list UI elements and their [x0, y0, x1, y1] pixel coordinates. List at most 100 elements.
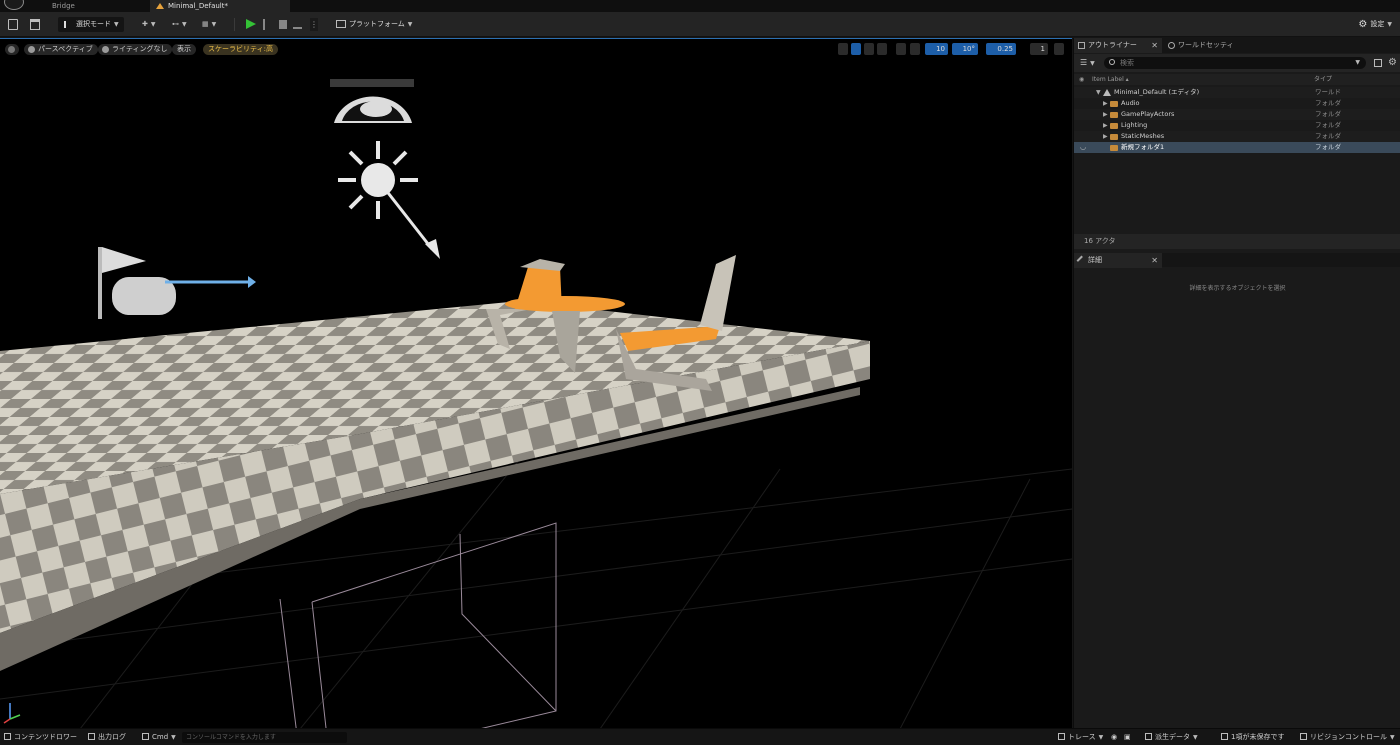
- add-actor-button[interactable]: ✚ ▼: [142, 19, 166, 30]
- rotation-snap-toggle[interactable]: 10°: [951, 43, 978, 55]
- view-mode-dropdown[interactable]: ライティングなし: [98, 44, 173, 55]
- tab-bridge[interactable]: Bridge: [34, 0, 144, 12]
- camera-capture-icon[interactable]: ▣: [1124, 729, 1131, 745]
- column-item-label[interactable]: Item Label ▴: [1092, 74, 1129, 85]
- save-icon[interactable]: [8, 19, 18, 30]
- tab-world-settings[interactable]: ワールドセッティ: [1164, 38, 1259, 53]
- toolbar-divider: [234, 18, 235, 31]
- player-start-icon[interactable]: [98, 247, 256, 319]
- item-type: ワールド: [1315, 88, 1341, 96]
- item-label: StaticMeshes: [1121, 132, 1165, 140]
- platform-dropdown[interactable]: プラットフォーム ▼: [336, 19, 412, 30]
- revision-control-button[interactable]: リビジョンコントロール ▼: [1300, 729, 1395, 745]
- cmd-dropdown[interactable]: Cmd ▼: [142, 729, 176, 745]
- folder-icon: [1110, 112, 1118, 118]
- volume-wireframe[interactable]: [279, 522, 557, 728]
- select-tool-icon[interactable]: [838, 43, 848, 55]
- tab-outliner[interactable]: アウトライナー ✕: [1074, 38, 1162, 53]
- filter-icon[interactable]: ☰ ▼: [1080, 58, 1095, 69]
- play-icon[interactable]: [246, 19, 256, 29]
- output-log-icon: [88, 733, 95, 740]
- scalability-warning[interactable]: スケーラビリティ:高: [203, 44, 278, 55]
- chevron-right-icon[interactable]: ▶: [1103, 109, 1108, 120]
- chevron-right-icon[interactable]: ▶: [1103, 98, 1108, 109]
- record-icon[interactable]: ◉: [1111, 729, 1117, 745]
- list-item[interactable]: ▼ Minimal_Default (エディタ) ワールド: [1074, 87, 1400, 98]
- cinematics-button[interactable]: ▦ ▼: [202, 19, 226, 30]
- scene-render[interactable]: [0, 39, 1072, 728]
- eject-icon[interactable]: [293, 20, 302, 29]
- play-options-icon[interactable]: ⋮: [310, 18, 318, 31]
- folder-icon: [1110, 101, 1118, 107]
- directional-light-icon[interactable]: [338, 141, 440, 259]
- list-item[interactable]: ▶ Audio フォルダ: [1074, 98, 1400, 109]
- output-log-button[interactable]: 出力ログ: [88, 729, 126, 745]
- level-viewport[interactable]: パースペクティブ ライティングなし 表示 スケーラビリティ:高 10 10° 0…: [0, 38, 1072, 728]
- chevron-down-icon: ▼: [171, 734, 176, 741]
- blueprint-button[interactable]: ⊷ ▼: [172, 19, 196, 30]
- level-icon: [156, 3, 164, 9]
- list-item[interactable]: ▶ StaticMeshes フォルダ: [1074, 131, 1400, 142]
- terminal-icon: [142, 733, 149, 740]
- content-browser-icon[interactable]: [30, 19, 40, 30]
- chevron-down-icon[interactable]: ▼: [1355, 57, 1360, 69]
- settings-button[interactable]: ⚙ 設定 ▼: [1358, 19, 1392, 30]
- trace-label: トレース: [1068, 733, 1096, 741]
- tab-details[interactable]: 詳細 ✕: [1074, 253, 1162, 268]
- output-log-label: 出力ログ: [98, 733, 126, 741]
- revision-control-label: リビジョンコントロール: [1310, 733, 1387, 741]
- maximize-viewport-icon[interactable]: [1054, 43, 1064, 55]
- derived-data-button[interactable]: 派生データ ▼: [1145, 729, 1198, 745]
- surface-snap-icon[interactable]: [910, 43, 920, 55]
- viewport-menu-button[interactable]: [5, 44, 19, 55]
- camera-speed-button[interactable]: 1: [1029, 43, 1048, 55]
- scale-snap-toggle[interactable]: 0.25: [986, 43, 1016, 55]
- details-tab-bar: 詳細 ✕: [1074, 253, 1400, 268]
- mode-dropdown[interactable]: 選択モード ▼: [58, 17, 124, 32]
- rotate-tool-icon[interactable]: [864, 43, 874, 55]
- list-item[interactable]: ◡ 新規フォルダ1 フォルダ: [1074, 142, 1400, 153]
- chevron-down-icon[interactable]: ▼: [1096, 87, 1101, 98]
- chevron-right-icon[interactable]: ▶: [1103, 131, 1108, 142]
- title-bar: Bridge Minimal_Default*: [0, 0, 1400, 12]
- gear-icon[interactable]: ⚙: [1388, 57, 1397, 68]
- derived-data-label: 派生データ: [1155, 733, 1190, 741]
- close-icon[interactable]: ✕: [1151, 253, 1158, 268]
- grid-snap-toggle[interactable]: 10: [925, 43, 948, 55]
- chevron-down-icon: ▼: [1390, 734, 1395, 741]
- console-placeholder: コンソールコマンドを入力します: [186, 734, 276, 741]
- scale-tool-icon[interactable]: [877, 43, 887, 55]
- scale-snap-value: 0.25: [997, 45, 1013, 53]
- close-icon[interactable]: ✕: [1151, 38, 1158, 53]
- add-folder-icon[interactable]: [1374, 59, 1382, 67]
- tab-level[interactable]: Minimal_Default*: [150, 0, 290, 12]
- show-dropdown[interactable]: 表示: [172, 44, 196, 55]
- content-drawer-button[interactable]: コンテンツドロワー: [4, 729, 77, 745]
- revision-control-icon: [1300, 733, 1307, 740]
- unreal-logo-icon[interactable]: [4, 0, 24, 10]
- list-item[interactable]: ▶ Lighting フォルダ: [1074, 120, 1400, 131]
- outliner-tree: ▼ Minimal_Default (エディタ) ワールド ▶ Audio フォ…: [1074, 87, 1400, 153]
- trace-dropdown[interactable]: トレース ▼: [1058, 729, 1103, 745]
- item-type: フォルダ: [1315, 121, 1341, 129]
- advance-frame-icon[interactable]: [263, 19, 272, 30]
- chevron-down-icon: ▼: [182, 21, 187, 28]
- eye-icon[interactable]: ◡: [1080, 142, 1086, 153]
- perspective-dropdown[interactable]: パースペクティブ: [24, 44, 98, 55]
- sky-atmosphere-icon[interactable]: [330, 79, 414, 123]
- folder-icon: [1110, 134, 1118, 140]
- console-command-input[interactable]: コンソールコマンドを入力します: [182, 732, 347, 743]
- item-label: Minimal_Default (エディタ): [1114, 88, 1200, 96]
- column-type[interactable]: タイプ: [1314, 74, 1332, 85]
- search-icon: [1109, 59, 1115, 65]
- derived-data-icon: [1145, 733, 1152, 740]
- outliner-search-input[interactable]: 検索 ▼: [1104, 57, 1366, 69]
- chevron-down-icon: ▼: [1090, 60, 1095, 67]
- chevron-right-icon[interactable]: ▶: [1103, 120, 1108, 131]
- world-local-icon[interactable]: [896, 43, 906, 55]
- stop-icon[interactable]: [279, 20, 287, 29]
- item-type: フォルダ: [1315, 132, 1341, 140]
- translate-tool-icon[interactable]: [851, 43, 861, 55]
- unsaved-button[interactable]: 1項が未保存です: [1221, 729, 1284, 745]
- list-item[interactable]: ▶ GamePlayActors フォルダ: [1074, 109, 1400, 120]
